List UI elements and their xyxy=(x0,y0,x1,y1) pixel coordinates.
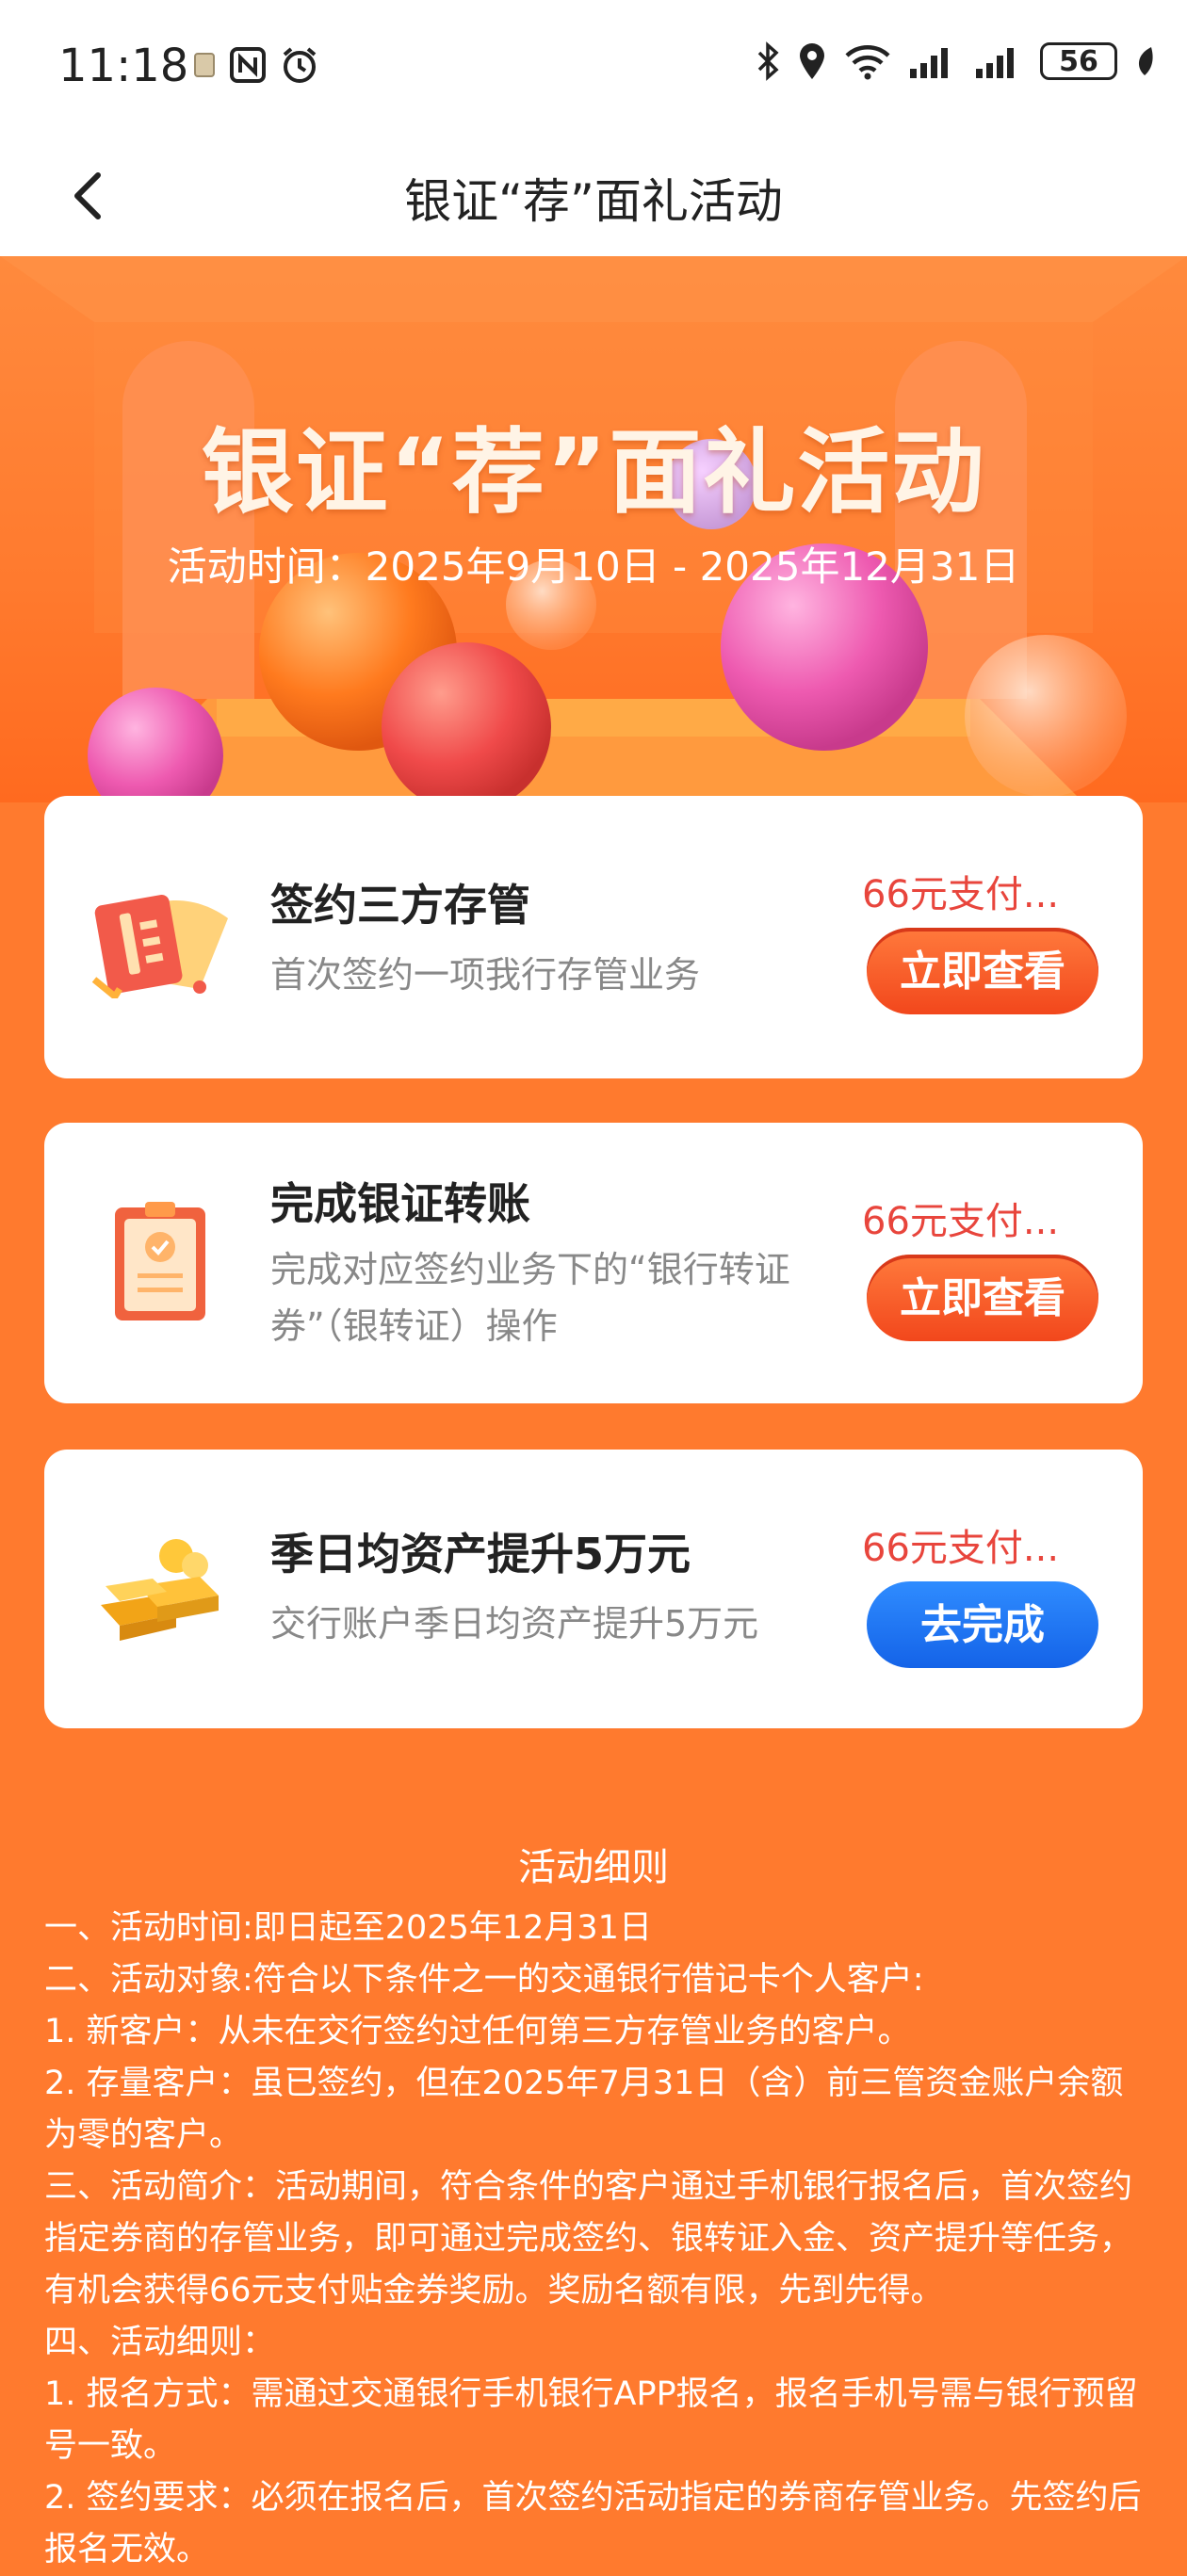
go-complete-button[interactable]: 去完成 xyxy=(867,1581,1098,1668)
alarm-icon xyxy=(280,45,319,85)
task-card-assets: 季日均资产提升5万元 交行账户季日均资产提升5万元 66元支付... 去完成 xyxy=(44,1450,1143,1728)
task-card-sign: 签约三方存管 首次签约一项我行存管业务 66元支付... 立即查看 xyxy=(44,796,1143,1078)
hero-banner: 银证“荐”面礼活动 活动时间：2025年9月10日 - 2025年12月31日 xyxy=(0,256,1187,802)
clipboard-icon xyxy=(87,1198,237,1334)
view-now-button[interactable]: 立即查看 xyxy=(867,928,1098,1014)
bluetooth-icon xyxy=(756,41,780,81)
signal-icon-2 xyxy=(974,42,1023,80)
view-now-button[interactable]: 立即查看 xyxy=(867,1255,1098,1341)
hero-title: 银证“荐”面礼活动 xyxy=(201,419,986,527)
gold-bars-icon xyxy=(87,1530,237,1656)
rules-line: 1. 报名方式：需通过交通银行手机银行APP报名，报名手机号需与银行预留号一致。 xyxy=(44,2375,1138,2465)
rules-line: 2. 存量客户：虽已签约，但在2025年7月31日（含）前三管资金账户余额为零的… xyxy=(44,2065,1124,2154)
hero-date: 活动时间：2025年9月10日 - 2025年12月31日 xyxy=(167,543,1020,590)
task-reward: 66元支付... xyxy=(862,873,1060,916)
location-icon xyxy=(797,41,827,81)
status-time: 11:18 xyxy=(58,40,189,92)
rules-text: 一、活动时间:即日起至2025年12月31日 二、活动对象:符合以下条件之一的交… xyxy=(44,1903,1151,2576)
task-desc: 首次签约一项我行存管业务 xyxy=(270,954,701,996)
rules-line: 1. 新客户：从未在交行签约过任何第三方存管业务的客户。 xyxy=(44,2013,911,2050)
signal-icon-1 xyxy=(908,42,957,80)
rules-line: 2. 签约要求：必须在报名后，首次签约活动指定的券商存管业务。先签约后报名无效。 xyxy=(44,2479,1142,2568)
task-title: 完成银证转账 xyxy=(270,1178,530,1229)
status-bar: 11:18 56 xyxy=(0,0,1187,136)
leaf-icon xyxy=(1134,45,1155,77)
task-title: 签约三方存管 xyxy=(270,880,530,931)
card-contract-icon xyxy=(87,885,237,1002)
task-reward: 66元支付... xyxy=(862,1200,1060,1243)
status-left-icons xyxy=(193,45,319,85)
nav-bar: 银证“荐”面礼活动 xyxy=(0,136,1187,256)
rules-line: 一、活动时间:即日起至2025年12月31日 xyxy=(44,1909,652,1947)
nfc-icon xyxy=(229,46,267,84)
task-desc: 完成对应签约业务下的“银行转证券”（银转证）操作 xyxy=(270,1249,790,1347)
sim-card-icon xyxy=(193,52,216,78)
task-card-transfer: 完成银证转账 完成对应签约业务下的“银行转证券”（银转证）操作 66元支付...… xyxy=(44,1123,1143,1403)
battery-indicator: 56 xyxy=(1040,42,1117,80)
rules-title: 活动细则 xyxy=(518,1846,669,1889)
task-reward: 66元支付... xyxy=(862,1527,1060,1570)
rules-line: 二、活动对象:符合以下条件之一的交通银行借记卡个人客户: xyxy=(44,1961,924,1999)
task-title: 季日均资产提升5万元 xyxy=(270,1529,691,1580)
rules-line: 三、活动简介：活动期间，符合条件的客户通过手机银行报名后，首次签约指定券商的存管… xyxy=(44,2168,1133,2309)
rules-line: 四、活动细则： xyxy=(44,2324,276,2361)
page-title: 银证“荐”面礼活动 xyxy=(404,174,783,229)
status-right-icons: 56 xyxy=(756,41,1155,81)
wifi-icon xyxy=(844,42,891,80)
task-desc: 交行账户季日均资产提升5万元 xyxy=(270,1603,759,1644)
